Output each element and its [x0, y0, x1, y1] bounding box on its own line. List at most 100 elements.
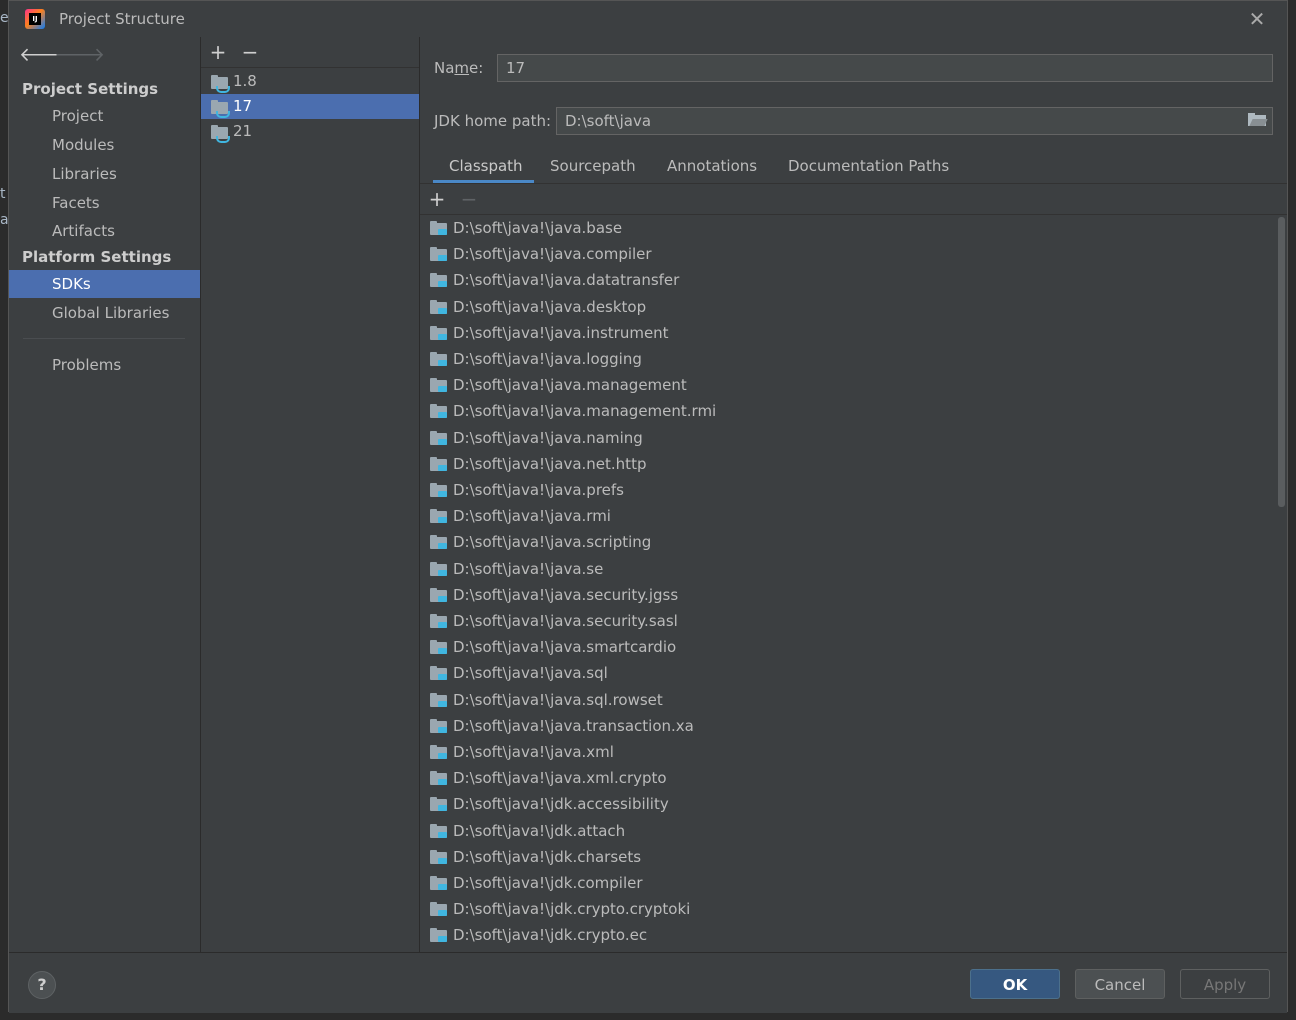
sidebar-item-artifacts[interactable]: Artifacts — [9, 217, 200, 245]
classpath-entry[interactable]: D:\soft\java!\jdk.crypto.cryptoki — [420, 896, 1275, 922]
jar-folder-icon — [430, 299, 448, 314]
classpath-entry[interactable]: D:\soft\java!\java.prefs — [420, 477, 1275, 503]
classpath-entry-path: D:\soft\java!\jdk.crypto.cryptoki — [453, 900, 691, 919]
project-structure-dialog: Project Structure ✕ 🡐 🡒 Project Settings… — [8, 0, 1288, 1013]
sdk-item-1-8[interactable]: 1.8 — [201, 69, 419, 94]
settings-sidebar: 🡐 🡒 Project Settings Project Modules Lib… — [9, 37, 201, 952]
classpath-entry-path: D:\soft\java!\java.scripting — [453, 533, 652, 552]
classpath-entry-path: D:\soft\java!\jdk.charsets — [453, 847, 642, 866]
sidebar-item-facets[interactable]: Facets — [9, 189, 200, 217]
sdk-item-label: 17 — [233, 97, 253, 115]
jar-folder-icon — [430, 483, 448, 497]
add-sdk-plus-icon[interactable]: + — [207, 40, 229, 64]
classpath-entry[interactable]: D:\soft\java!\java.datatransfer — [420, 267, 1275, 293]
jar-folder-icon — [430, 771, 448, 786]
classpath-entry[interactable]: D:\soft\java!\java.sql.rowset — [420, 687, 1275, 713]
classpath-entry-path: D:\soft\java!\java.prefs — [453, 481, 624, 499]
classpath-entry[interactable]: D:\soft\java!\java.net.http — [420, 451, 1275, 477]
classpath-entry-path: D:\soft\java!\jdk.crypto.ec — [453, 926, 648, 945]
forward-arrow-icon[interactable]: 🡒 — [54, 43, 105, 67]
classpath-entry[interactable]: D:\soft\java!\java.base — [420, 215, 1275, 241]
jar-folder-icon — [430, 823, 448, 838]
sdk-toolbar: + − — [201, 37, 419, 68]
classpath-entry[interactable]: D:\soft\java!\java.sql — [420, 660, 1275, 686]
cancel-button[interactable]: Cancel — [1075, 969, 1165, 999]
jar-folder-icon — [430, 718, 448, 733]
classpath-entry[interactable]: D:\soft\java!\jdk.compiler — [420, 870, 1275, 896]
classpath-entry-path: D:\soft\java!\java.instrument — [453, 323, 669, 342]
classpath-entry[interactable]: D:\soft\java!\jdk.accessibility — [420, 791, 1275, 817]
classpath-entry[interactable]: D:\soft\java!\jdk.crypto.ec — [420, 922, 1275, 948]
project-settings-header: Project Settings — [22, 80, 159, 98]
sdk-item-21[interactable]: 21 — [201, 119, 419, 144]
classpath-entry-path: D:\soft\java!\java.xml.crypto — [453, 769, 667, 788]
classpath-entry[interactable]: D:\soft\java!\java.naming — [420, 425, 1275, 451]
classpath-entry[interactable]: D:\soft\java!\java.compiler — [420, 241, 1275, 267]
classpath-entry[interactable]: D:\soft\java!\java.scripting — [420, 529, 1275, 555]
jdk-home-path-value: D:\soft\java — [565, 112, 652, 130]
sdk-detail-panel: Name: JDK home path: D:\soft\java Classp… — [420, 37, 1287, 952]
classpath-entry-path: D:\soft\java!\jdk.compiler — [453, 874, 643, 892]
jar-folder-icon — [430, 666, 448, 681]
classpath-entry[interactable]: D:\soft\java!\java.rmi — [420, 503, 1275, 529]
dialog-footer: ? OK Cancel Apply — [9, 952, 1287, 1013]
classpath-entry-path: D:\soft\java!\java.desktop — [453, 297, 647, 316]
classpath-entry[interactable]: D:\soft\java!\jdk.attach — [420, 818, 1275, 844]
tab-sourcepath[interactable]: Sourcepath — [550, 149, 636, 183]
classpath-entry[interactable]: D:\soft\java!\java.security.jgss — [420, 582, 1275, 608]
jar-folder-icon — [430, 273, 448, 288]
jar-folder-icon — [430, 561, 448, 576]
name-field[interactable] — [497, 54, 1273, 82]
remove-classpath-minus-icon[interactable]: − — [458, 187, 480, 211]
classpath-entry[interactable]: D:\soft\java!\java.instrument — [420, 320, 1275, 346]
jar-folder-icon — [430, 640, 448, 655]
classpath-entry[interactable]: D:\soft\java!\java.security.sasl — [420, 608, 1275, 634]
classpath-entry-path: D:\soft\java!\java.smartcardio — [453, 638, 677, 657]
jar-folder-icon — [430, 535, 448, 550]
sidebar-item-modules[interactable]: Modules — [9, 131, 200, 159]
sidebar-item-problems[interactable]: Problems — [9, 351, 200, 379]
tab-classpath[interactable]: Classpath — [449, 149, 523, 183]
classpath-entry-path: D:\soft\java!\java.management.rmi — [453, 402, 717, 421]
classpath-toolbar: + − — [420, 184, 1287, 215]
classpath-entry-path: D:\soft\java!\java.base — [453, 219, 623, 237]
back-arrow-icon[interactable]: 🡐 — [19, 43, 70, 67]
classpath-entry[interactable]: D:\soft\java!\java.transaction.xa — [420, 713, 1275, 739]
jdk-folder-icon — [211, 100, 230, 118]
classpath-entry-path: D:\soft\java!\java.logging — [453, 350, 642, 368]
jar-folder-icon — [430, 614, 448, 628]
classpath-entry-path: D:\soft\java!\java.net.http — [453, 454, 647, 473]
sidebar-divider — [23, 338, 185, 339]
sidebar-item-project[interactable]: Project — [9, 102, 200, 130]
help-button[interactable]: ? — [28, 971, 56, 999]
classpath-entry[interactable]: D:\soft\java!\java.management — [420, 372, 1275, 398]
browse-folder-icon[interactable] — [1248, 113, 1268, 127]
add-classpath-plus-icon[interactable]: + — [426, 187, 448, 211]
classpath-entry[interactable]: D:\soft\java!\java.logging — [420, 346, 1275, 372]
classpath-scrollbar[interactable] — [1278, 217, 1285, 507]
sdk-list-panel: + − 1.8 17 21 — [201, 37, 420, 952]
classpath-entry[interactable]: D:\soft\java!\java.smartcardio — [420, 634, 1275, 660]
close-icon[interactable]: ✕ — [1245, 7, 1269, 31]
tab-documentation-paths[interactable]: Documentation Paths — [788, 149, 949, 183]
classpath-entry[interactable]: D:\soft\java!\java.xml.crypto — [420, 765, 1275, 791]
classpath-entry-path: D:\soft\java!\java.security.jgss — [453, 585, 679, 604]
apply-button[interactable]: Apply — [1180, 969, 1270, 999]
remove-sdk-minus-icon[interactable]: − — [239, 40, 261, 64]
sidebar-item-global-libraries[interactable]: Global Libraries — [9, 299, 200, 327]
classpath-entry[interactable]: D:\soft\java!\jdk.charsets — [420, 844, 1275, 870]
nav-arrows: 🡐 🡒 — [19, 43, 105, 67]
classpath-entry[interactable]: D:\soft\java!\java.se — [420, 556, 1275, 582]
classpath-list[interactable]: D:\soft\java!\java.base D:\soft\java!\jav… — [420, 215, 1287, 952]
classpath-entry[interactable]: D:\soft\java!\java.xml — [420, 739, 1275, 765]
classpath-entry[interactable]: D:\soft\java!\java.desktop — [420, 294, 1275, 320]
ok-button[interactable]: OK — [970, 969, 1060, 999]
jdk-folder-icon — [211, 75, 230, 93]
classpath-entry[interactable]: D:\soft\java!\java.management.rmi — [420, 398, 1275, 424]
jdk-home-path-field[interactable]: D:\soft\java — [556, 107, 1273, 135]
jar-folder-icon — [430, 456, 448, 471]
sidebar-item-libraries[interactable]: Libraries — [9, 160, 200, 188]
sdk-item-17[interactable]: 17 — [201, 94, 419, 119]
sidebar-item-sdks[interactable]: SDKs — [9, 270, 200, 298]
tab-annotations[interactable]: Annotations — [667, 149, 757, 183]
